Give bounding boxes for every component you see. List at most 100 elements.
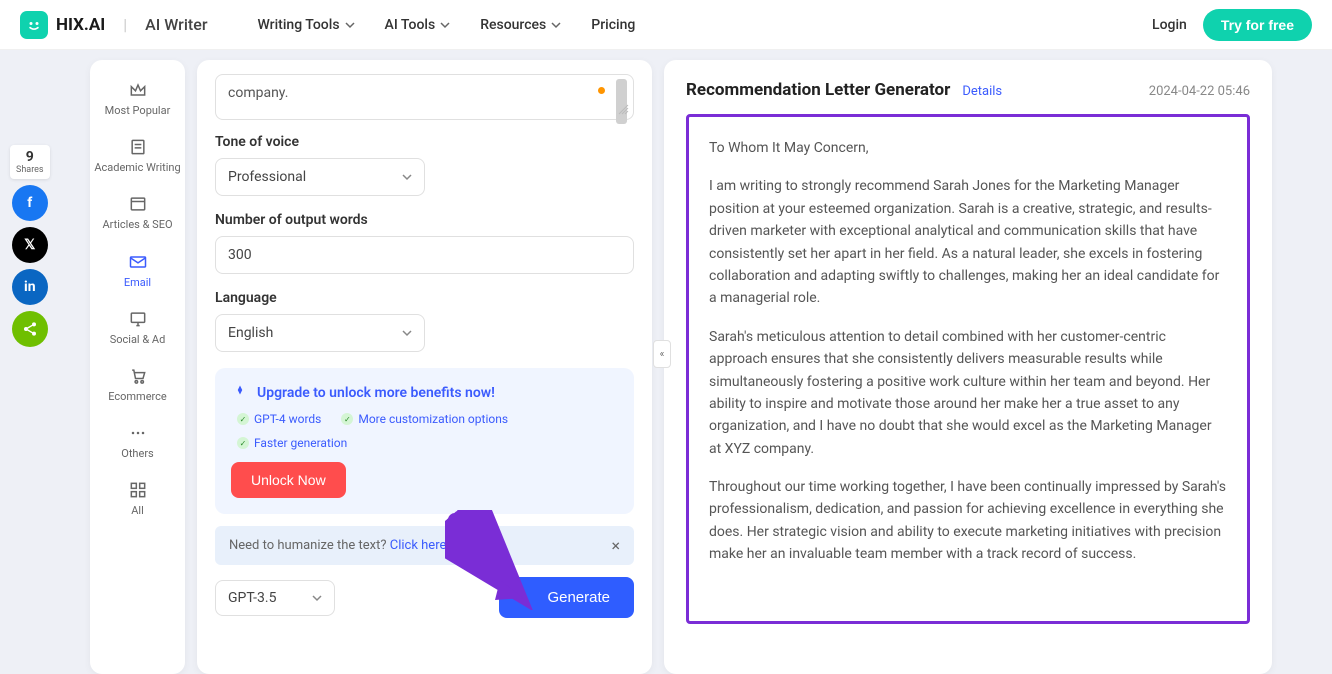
cart-icon — [128, 366, 148, 386]
nav-label: Pricing — [591, 17, 635, 33]
textarea-content: company. — [228, 85, 288, 101]
collapse-panel-button[interactable]: « — [653, 340, 671, 368]
share-count: 9 Shares — [10, 145, 50, 179]
resize-handle-icon[interactable] — [617, 103, 629, 115]
sidebar-item-email[interactable]: Email — [90, 242, 185, 299]
input-value: 300 — [228, 247, 252, 263]
output-paragraph: I am writing to strongly recommend Sarah… — [709, 175, 1227, 309]
dots-icon — [128, 423, 148, 443]
details-link[interactable]: Details — [962, 84, 1002, 99]
sidebar-item-others[interactable]: Others — [90, 413, 185, 470]
nav-label: Resources — [480, 17, 546, 33]
tone-select[interactable]: Professional — [215, 158, 425, 196]
upgrade-feature: ✓More customization options — [341, 412, 508, 426]
nav-pricing[interactable]: Pricing — [591, 17, 635, 33]
sidebar-item-label: Others — [121, 447, 153, 460]
social-share-bar: 9 Shares f 𝕏 in — [10, 145, 50, 347]
chevron-down-icon — [345, 20, 355, 30]
upgrade-promo: Upgrade to unlock more benefits now! ✓ GP… — [215, 368, 634, 514]
select-value: Professional — [228, 169, 306, 185]
crown-icon — [128, 80, 148, 100]
chevron-down-icon — [551, 20, 561, 30]
tone-label: Tone of voice — [215, 134, 634, 150]
nav-resources[interactable]: Resources — [480, 17, 561, 33]
language-select[interactable]: English — [215, 314, 425, 352]
facebook-share-button[interactable]: f — [12, 185, 48, 221]
sidebar-item-academic[interactable]: Academic Writing — [90, 127, 185, 184]
header-right: Login Try for free — [1152, 9, 1312, 41]
sidebar-item-label: Ecommerce — [108, 390, 167, 403]
header-subtitle: AI Writer — [145, 15, 207, 34]
logo-icon — [20, 11, 48, 39]
unlock-button[interactable]: Unlock Now — [231, 462, 346, 498]
sidebar-item-most-popular[interactable]: Most Popular — [90, 70, 185, 127]
output-paragraph: Sarah's meticulous attention to detail c… — [709, 326, 1227, 460]
input-form-panel: company. Tone of voice Professional Numb… — [197, 60, 652, 674]
humanize-banner: Need to humanize the text? Click here × — [215, 526, 634, 565]
upgrade-feature: ✓ Faster generation — [237, 436, 347, 450]
window-icon — [128, 194, 148, 214]
language-label: Language — [215, 290, 634, 306]
category-sidebar: Most Popular Academic Writing Articles &… — [90, 60, 185, 674]
chevron-down-icon — [402, 328, 412, 338]
upgrade-features: ✓GPT-4 words ✓More customization options… — [237, 412, 618, 450]
sidebar-item-all[interactable]: All — [90, 470, 185, 527]
sidebar-item-label: All — [131, 504, 144, 517]
logo-group[interactable]: HIX.AI | AI Writer — [20, 11, 207, 39]
upgrade-title: Upgrade to unlock more benefits now! — [231, 384, 618, 402]
upgrade-feature: ✓ GPT-4 words — [237, 412, 321, 426]
description-textarea[interactable]: company. — [215, 74, 634, 120]
grid-icon — [128, 480, 148, 500]
humanize-link[interactable]: Click here — [390, 538, 447, 553]
output-header: Recommendation Letter Generator Details … — [686, 80, 1250, 100]
select-value: English — [228, 325, 273, 341]
words-input[interactable]: 300 — [215, 236, 634, 274]
envelope-icon — [128, 252, 148, 272]
feature-text: More customization options — [358, 412, 508, 426]
sidebar-item-articles[interactable]: Articles & SEO — [90, 184, 185, 241]
sidebar-item-label: Most Popular — [105, 104, 171, 117]
check-icon: ✓ — [237, 413, 249, 425]
sidebar-item-label: Email — [124, 276, 151, 289]
document-icon — [128, 137, 148, 157]
linkedin-share-button[interactable]: in — [12, 269, 48, 305]
login-link[interactable]: Login — [1152, 17, 1187, 33]
sidebar-item-ecommerce[interactable]: Ecommerce — [90, 356, 185, 413]
share-count-label: Shares — [16, 165, 44, 175]
chevron-down-icon — [440, 20, 450, 30]
check-icon: ✓ — [237, 437, 249, 449]
twitter-share-button[interactable]: 𝕏 — [12, 227, 48, 263]
chevron-down-icon — [402, 172, 412, 182]
rocket-icon — [231, 384, 249, 402]
main-nav: Writing Tools AI Tools Resources Pricing — [257, 17, 635, 33]
scrollbar[interactable] — [616, 79, 627, 124]
main-header: HIX.AI | AI Writer Writing Tools AI Tool… — [0, 0, 1332, 50]
sidebar-item-label: Social & Ad — [110, 333, 166, 346]
sidebar-item-social[interactable]: Social & Ad — [90, 299, 185, 356]
humanize-text: Need to humanize the text? Click here — [229, 538, 446, 553]
monitor-icon — [128, 309, 148, 329]
output-paragraph: To Whom It May Concern, — [709, 137, 1227, 159]
share-button[interactable] — [12, 311, 48, 347]
wand-icon — [523, 590, 539, 606]
sidebar-item-label: Academic Writing — [94, 161, 180, 174]
status-dot-icon — [598, 87, 605, 94]
output-title: Recommendation Letter Generator — [686, 80, 950, 100]
nav-label: AI Tools — [385, 17, 436, 33]
nav-writing-tools[interactable]: Writing Tools — [257, 17, 354, 33]
generate-label: Generate — [547, 589, 610, 606]
feature-text: GPT-4 words — [254, 412, 321, 426]
share-count-number: 9 — [16, 149, 44, 165]
feature-text: Faster generation — [254, 436, 347, 450]
close-banner-button[interactable]: × — [611, 536, 620, 555]
try-free-button[interactable]: Try for free — [1203, 9, 1312, 41]
upgrade-title-text: Upgrade to unlock more benefits now! — [257, 385, 495, 401]
model-select[interactable]: GPT-3.5 — [215, 580, 335, 616]
output-text-box[interactable]: To Whom It May Concern, I am writing to … — [686, 114, 1250, 624]
output-paragraph: Throughout our time working together, I … — [709, 476, 1227, 566]
divider: | — [123, 15, 127, 34]
nav-ai-tools[interactable]: AI Tools — [385, 17, 451, 33]
words-label: Number of output words — [215, 212, 634, 228]
generate-button[interactable]: Generate — [499, 577, 634, 618]
nav-label: Writing Tools — [257, 17, 339, 33]
